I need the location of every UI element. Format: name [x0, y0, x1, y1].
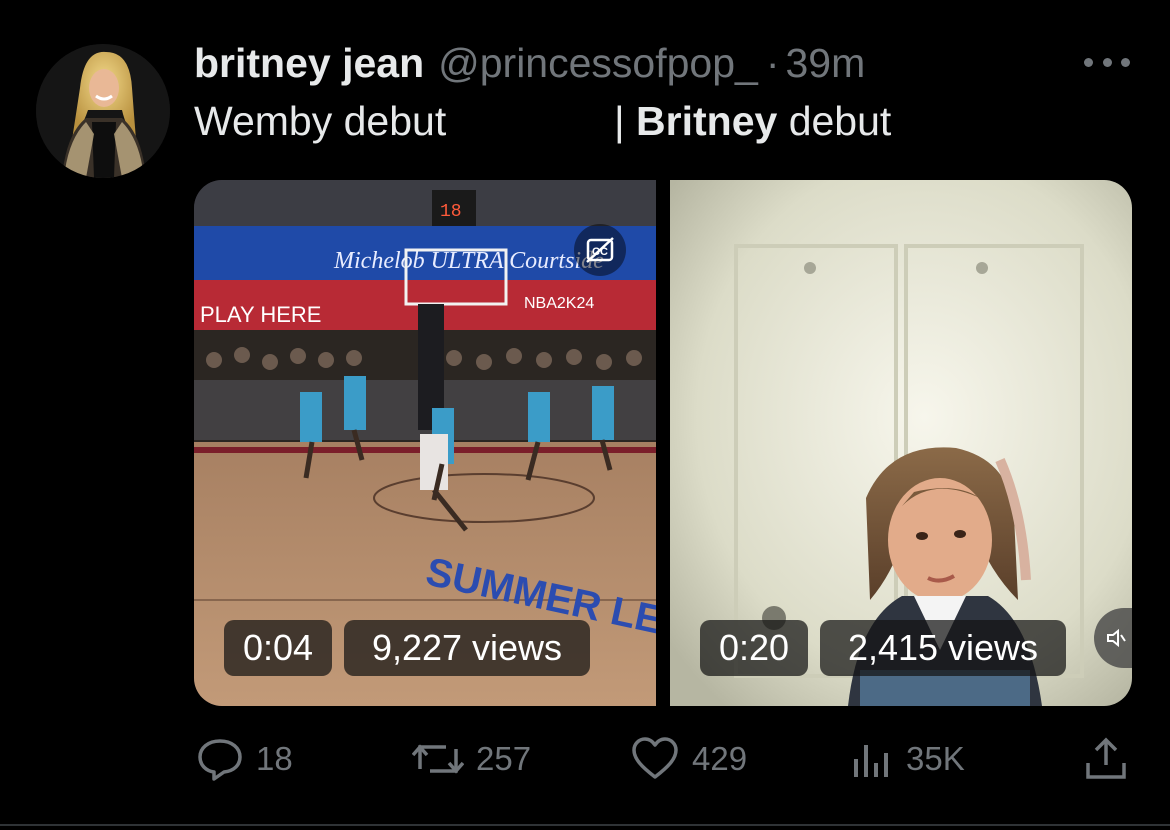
tweet-text-left: Wemby debut: [194, 98, 447, 144]
separator-dot: ·: [765, 40, 780, 86]
views-icon: [854, 745, 888, 777]
svg-text:PLAY HERE: PLAY HERE: [200, 302, 321, 327]
avatar-image: [36, 44, 170, 178]
user-handle[interactable]: @princessofpop_: [438, 40, 758, 87]
video2-views: 2,415 views: [820, 620, 1066, 676]
divider: [0, 824, 1170, 826]
timestamp[interactable]: 39m: [785, 40, 865, 87]
reply-count: 18: [256, 740, 293, 777]
action-bar: 18 257 429 35K: [0, 728, 1170, 790]
share-icon: [1086, 737, 1126, 779]
video1-views: 9,227 views: [344, 620, 590, 676]
closed-captions-glyph: CC: [586, 237, 614, 263]
like-button[interactable]: 429: [630, 728, 747, 790]
text-suffix: debut: [777, 98, 892, 144]
like-count: 429: [692, 740, 748, 777]
share-button[interactable]: [1082, 728, 1130, 790]
repost-icon: [412, 744, 464, 774]
video1-duration: 0:04: [224, 620, 332, 676]
closed-captions-icon[interactable]: CC: [574, 224, 626, 276]
video-basketball[interactable]: Michelob ULTRA Courtside PLAY HERE NBA2K…: [194, 180, 656, 706]
text-bold-word: Britney: [636, 98, 778, 144]
avatar[interactable]: [36, 44, 170, 178]
reply-button[interactable]: 18: [196, 728, 293, 790]
views-button[interactable]: 35K: [850, 728, 965, 790]
video-music[interactable]: 0:20 2,415 views: [670, 180, 1132, 706]
tweet-text-right: | Britney debut: [614, 98, 891, 145]
repost-button[interactable]: 257: [412, 728, 531, 790]
repost-count: 257: [476, 740, 532, 777]
video2-duration: 0:20: [700, 620, 808, 676]
like-icon: [632, 737, 678, 779]
svg-text:NBA2K24: NBA2K24: [524, 295, 594, 312]
svg-text:18: 18: [440, 202, 462, 222]
views-count: 35K: [906, 740, 965, 777]
tweet-header: britney jean @princessofpop_ · 39m: [194, 40, 865, 92]
text-pipe: |: [614, 98, 637, 144]
more-icon[interactable]: [1084, 50, 1130, 74]
volume-glyph: [1107, 628, 1126, 648]
media-grid: Michelob ULTRA Courtside PLAY HERE NBA2K…: [194, 180, 1132, 706]
tweet-text: Wemby debut | Britney debut: [194, 98, 954, 152]
reply-icon: [198, 739, 242, 781]
display-name[interactable]: britney jean: [194, 40, 424, 87]
svg-text:Michelob ULTRA Courtside: Michelob ULTRA Courtside: [333, 248, 604, 274]
